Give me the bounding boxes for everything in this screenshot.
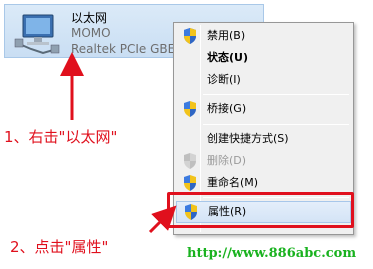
annotation-step-1: 1、右击"以太网" <box>4 128 118 146</box>
arrow-to-properties <box>148 205 177 234</box>
annotation-step-2: 2、点击"属性" <box>10 238 109 256</box>
watermark-url: http://www.886abc.com <box>187 246 357 261</box>
